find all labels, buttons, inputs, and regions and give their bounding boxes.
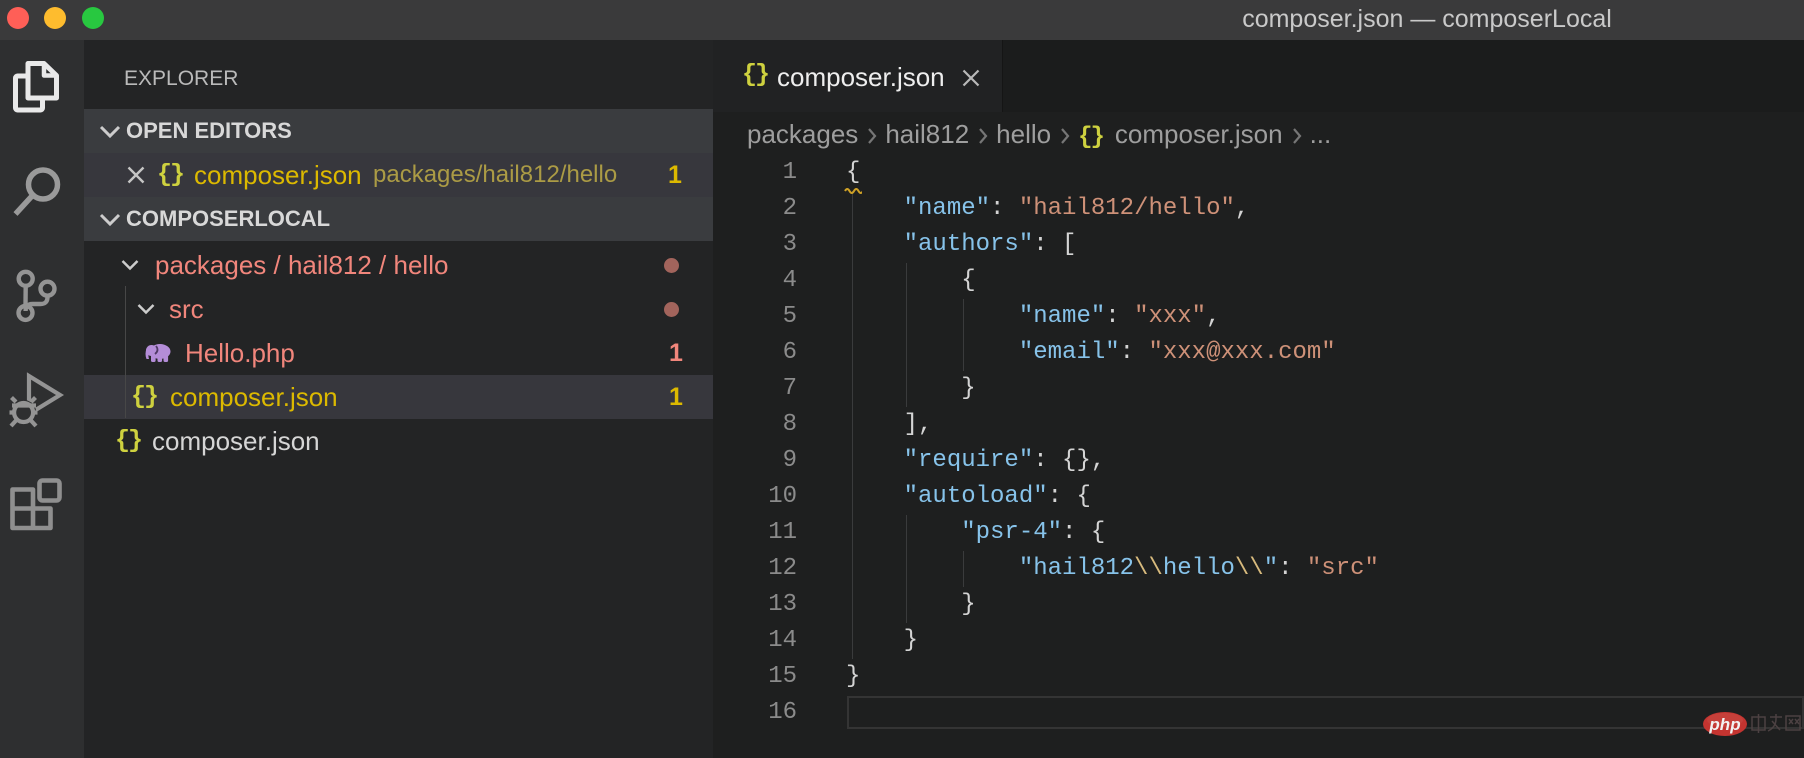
svg-text:php: php bbox=[1708, 715, 1740, 734]
